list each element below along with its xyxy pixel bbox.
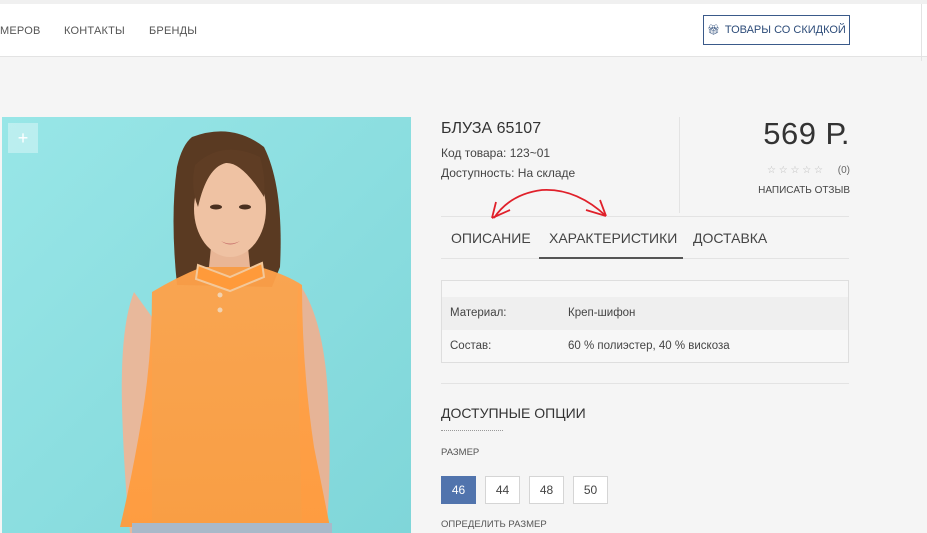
spec-key: Состав: xyxy=(450,340,492,352)
gift-icon: 🎁︎ xyxy=(707,24,720,36)
size-label: РАЗМЕР xyxy=(441,447,480,458)
table-row: Материал: Креп-шифон xyxy=(442,297,848,330)
size-option-50[interactable]: 50 xyxy=(573,476,608,504)
star-icon: ☆ xyxy=(767,165,776,176)
spec-value: 60 % полиэстер, 40 % вискоза xyxy=(568,340,730,352)
star-icon: ☆ xyxy=(790,165,800,176)
tab-description[interactable]: ОПИСАНИЕ xyxy=(451,230,531,246)
product-availability: Доступность: На складе xyxy=(441,166,576,180)
zoom-button[interactable]: + xyxy=(8,123,38,153)
product-photo-illustration xyxy=(2,117,411,533)
specs-table: Материал: Креп-шифон Состав: 60 % полиэс… xyxy=(441,280,849,363)
nav-item-contacts[interactable]: КОНТАКТЫ xyxy=(64,25,125,37)
rating-count: (0) xyxy=(837,165,850,176)
size-option-46[interactable]: 46 xyxy=(441,476,476,504)
nav-item-brands[interactable]: БРЕНДЫ xyxy=(149,25,197,37)
star-icon: ☆ xyxy=(814,165,823,176)
top-navigation: МЕРОВ КОНТАКТЫ БРЕНДЫ 🎁︎ ТОВАРЫ СО СКИДК… xyxy=(0,0,927,61)
write-review-link[interactable]: НАПИСАТЬ ОТЗЫВ xyxy=(700,185,850,196)
options-title: ДОСТУПНЫЕ ОПЦИИ xyxy=(441,405,586,421)
nav-item-partial[interactable]: МЕРОВ xyxy=(0,25,41,37)
tab-delivery[interactable]: ДОСТАВКА xyxy=(693,230,767,246)
tab-characteristics[interactable]: ХАРАКТЕРИСТИКИ xyxy=(549,230,677,246)
size-option-48[interactable]: 48 xyxy=(529,476,564,504)
plus-icon: + xyxy=(17,127,29,148)
annotation-arrows xyxy=(491,189,607,219)
rating-stars[interactable]: ☆ ☆ ☆ ☆ ☆ (0) xyxy=(700,165,850,176)
product-image[interactable] xyxy=(2,117,411,533)
size-option-44[interactable]: 44 xyxy=(485,476,520,504)
product-price: 569 Р. xyxy=(763,116,850,151)
discount-products-button[interactable]: 🎁︎ ТОВАРЫ СО СКИДКОЙ xyxy=(703,15,850,45)
product-code: Код товара: 123~01 xyxy=(441,146,551,160)
divider xyxy=(441,383,849,384)
discount-button-label: ТОВАРЫ СО СКИДКОЙ xyxy=(724,24,846,36)
options-title-underline xyxy=(441,430,503,431)
star-icon: ☆ xyxy=(802,165,812,176)
active-tab-indicator xyxy=(539,257,683,259)
star-icon: ☆ xyxy=(778,165,788,176)
spec-value: Креп-шифон xyxy=(568,307,636,319)
spec-key: Материал: xyxy=(450,307,507,319)
size-guide-link[interactable]: ОПРЕДЕЛИТЬ РАЗМЕР xyxy=(441,519,547,530)
table-row: Состав: 60 % полиэстер, 40 % вискоза xyxy=(442,330,848,363)
product-title: БЛУЗА 65107 xyxy=(441,120,542,137)
nav-edge-divider xyxy=(921,4,927,61)
info-divider xyxy=(679,117,680,213)
